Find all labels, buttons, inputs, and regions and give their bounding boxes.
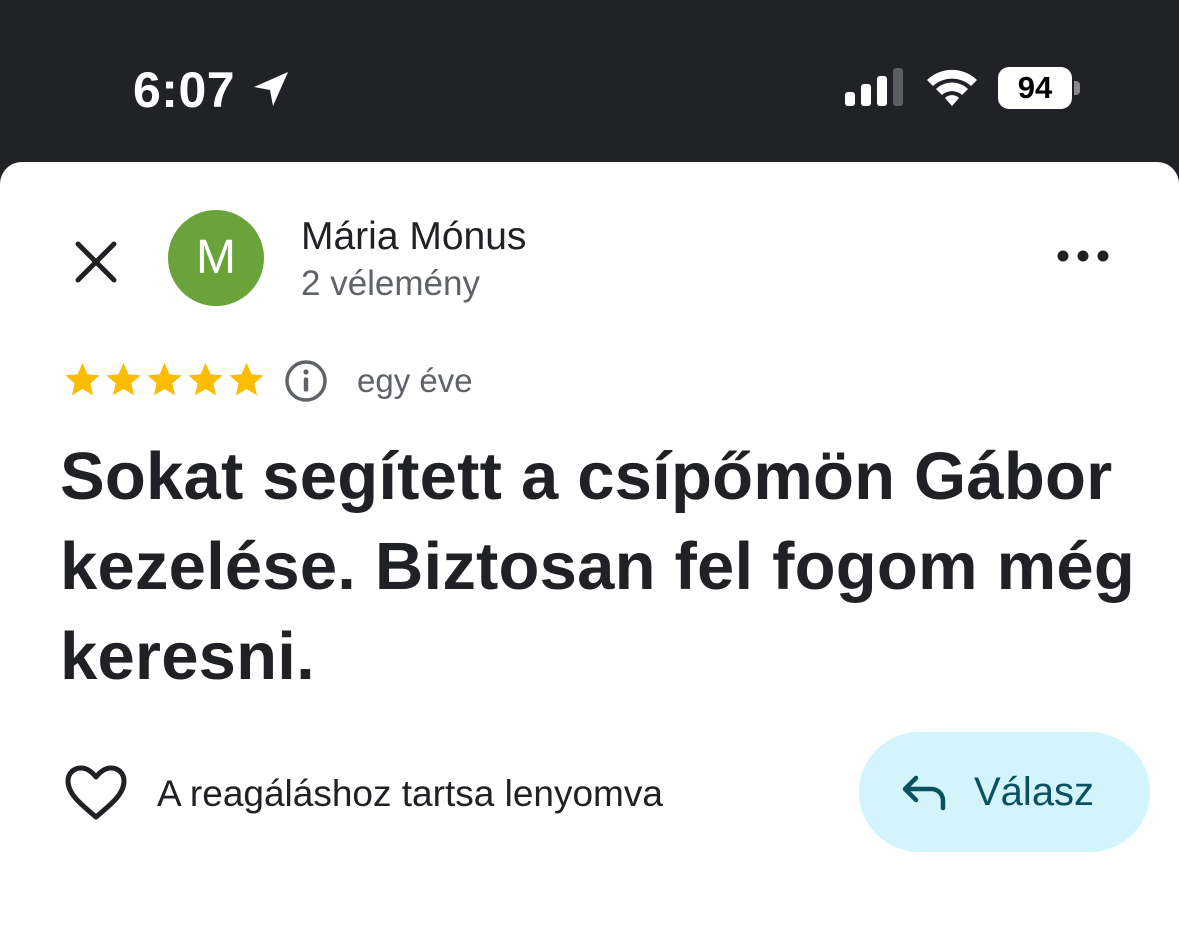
star-icon [147,362,182,396]
reply-button[interactable]: Válasz [859,732,1150,852]
review-text: Sokat segített a csípőmön Gábor kezelése… [60,439,1135,694]
close-icon[interactable] [72,238,120,286]
review-date: egy éve [357,362,473,399]
reviewer-name[interactable]: Mária Mónus [301,214,526,260]
battery-icon: 94 [998,67,1082,109]
status-time: 6:07 [133,62,236,118]
battery-tip [1074,81,1080,95]
review-count: 2 vélemény [301,264,480,303]
star-icon [188,362,223,396]
location-arrow-icon [254,72,288,106]
star-icon [229,362,264,396]
battery-level: 94 [998,67,1072,109]
cellular-signal-icon [845,68,903,106]
heart-icon[interactable] [64,764,128,822]
star-icon [65,362,100,396]
star-rating [62,358,267,402]
wifi-icon [927,69,977,106]
reply-label: Válasz [974,770,1095,814]
star-icon [106,362,141,396]
review-sheet: M Mária Mónus 2 vélemény egy éve Sokat s… [0,162,1179,928]
status-bar: 6:07 94 [0,0,1179,162]
reply-icon [902,775,946,811]
info-icon[interactable] [284,359,328,403]
react-hint: A reagáláshoz tartsa lenyomva [157,773,663,814]
more-options-icon[interactable] [1055,244,1111,268]
avatar[interactable]: M [168,210,264,306]
